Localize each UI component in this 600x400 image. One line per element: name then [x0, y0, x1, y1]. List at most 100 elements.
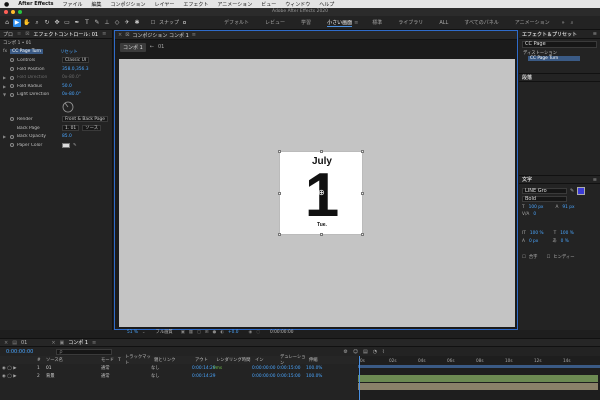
timeline-timecode[interactable]: 0:00:00:00 — [6, 349, 33, 355]
hindi-digits-checkbox[interactable]: ☐ — [546, 255, 550, 260]
tracking-value[interactable]: 0 — [533, 212, 536, 217]
draft-3d-icon[interactable]: ⚙ — [343, 349, 347, 355]
stopwatch-icon[interactable] — [10, 134, 14, 139]
layer-parent-dropdown[interactable]: なし — [151, 365, 189, 371]
workspace-libraries[interactable]: ライブラリ — [398, 19, 423, 26]
selection-tool-icon[interactable]: ▶ — [13, 18, 21, 27]
fold-position-value[interactable]: 358.0,356.3 — [62, 67, 89, 72]
snap-checkbox-icon[interactable]: ☐ — [149, 19, 157, 27]
pan-behind-icon[interactable]: ✥ — [53, 19, 61, 27]
reset-exposure-icon[interactable]: ◐ — [220, 330, 224, 335]
stopwatch-icon[interactable] — [10, 67, 14, 72]
anchor-point-icon[interactable]: ⊕ — [318, 188, 325, 197]
fold-radius-value[interactable]: 50.0 — [62, 84, 72, 89]
transform-handle[interactable] — [278, 233, 281, 236]
close-icon[interactable]: × — [118, 32, 122, 38]
effect-item[interactable]: CC Page Turn — [528, 56, 580, 61]
pen-tool-icon[interactable]: ✒ — [73, 19, 81, 27]
brush-tool-icon[interactable]: ✎ — [93, 19, 101, 27]
font-family-dropdown[interactable]: LINE Gro — [522, 188, 567, 194]
leading-value[interactable]: 91 px — [562, 205, 574, 210]
angle-dial-icon[interactable] — [62, 101, 74, 113]
timeline-search-input[interactable]: ρ — [56, 348, 113, 355]
render-dropdown[interactable]: Front & Back Page — [62, 116, 109, 123]
workspace-all[interactable]: ALL — [439, 20, 448, 26]
layer-mode-dropdown[interactable]: 通常 — [101, 373, 115, 379]
back-page-source-dropdown[interactable]: ソース — [82, 125, 102, 132]
menu-view[interactable]: ビュー — [261, 1, 276, 8]
menu-help[interactable]: ヘルプ — [319, 1, 334, 8]
tab-composition[interactable]: コンポジション コンポ 1 — [132, 32, 188, 39]
comp-icon[interactable]: ▣ — [60, 340, 65, 346]
transform-handle[interactable] — [361, 150, 364, 153]
reset-link[interactable]: リセット — [60, 49, 78, 55]
font-size-value[interactable]: 100 px — [529, 205, 544, 210]
show-snapshot-icon[interactable]: ◌ — [256, 330, 260, 335]
workspace-standard[interactable]: 標準 — [372, 19, 382, 26]
panel-menu-icon[interactable]: ≡ — [593, 177, 597, 183]
eraser-tool-icon[interactable]: ◇ — [113, 19, 121, 27]
puppet-tool-icon[interactable]: ✱ — [133, 19, 141, 27]
type-tool-icon[interactable]: T — [83, 19, 91, 27]
workspace-animation[interactable]: アニメーション — [515, 19, 550, 26]
region-of-interest-icon[interactable]: ▣ — [181, 330, 185, 335]
transparency-grid-icon[interactable]: ▦ — [189, 330, 193, 335]
workspace-small-screen[interactable]: 小さい画面 — [327, 19, 353, 27]
home-icon[interactable]: ⌂ — [3, 19, 11, 27]
panel-menu-icon[interactable]: ≡ — [192, 32, 196, 38]
exposure-value[interactable]: +0.0 — [228, 330, 238, 335]
clone-tool-icon[interactable]: ⊥ — [103, 19, 111, 27]
av-switches[interactable]: ◉ ◯ ▶ — [2, 366, 34, 371]
shy-icon[interactable]: ☺ — [353, 349, 358, 355]
effects-search-input[interactable]: CC Page — [522, 41, 597, 48]
calendar-card[interactable]: July 1 Tue. ⊕ — [278, 150, 364, 236]
search-help-icon[interactable]: ⌕ — [571, 20, 574, 26]
light-direction-value[interactable]: 0x-80.0° — [62, 92, 81, 97]
app-menu[interactable]: After Effects — [18, 1, 53, 7]
transform-handle[interactable] — [278, 150, 281, 153]
playhead[interactable] — [359, 356, 360, 400]
baseline-shift-value[interactable]: 0 px — [529, 239, 538, 244]
tab-project[interactable]: プロ — [3, 31, 13, 38]
lock-icon[interactable]: ⊠ — [125, 32, 129, 38]
tsume-value[interactable]: 0 % — [561, 239, 569, 244]
workspace-all-panels[interactable]: すべてのパネル — [464, 19, 498, 26]
horizontal-scale-value[interactable]: 100 % — [560, 231, 574, 236]
tab-comp-1[interactable]: コンポ 1 — [68, 339, 88, 346]
workspace-review[interactable]: レビュー — [265, 19, 285, 26]
ligature-checkbox[interactable]: ☐ — [522, 255, 526, 260]
menu-edit[interactable]: 編集 — [92, 1, 102, 8]
graph-editor-icon[interactable]: ⌇ — [382, 349, 384, 355]
eyedropper-icon[interactable]: ✎ — [73, 143, 77, 148]
workspace-menu-icon[interactable]: ≡ — [354, 20, 358, 26]
snap-options-icon[interactable] — [183, 21, 187, 24]
controls-dropdown[interactable]: Classic UI — [62, 57, 90, 64]
workspace-default[interactable]: デフォルト — [224, 19, 249, 26]
layer-bar-01[interactable] — [358, 375, 598, 382]
motion-blur-icon[interactable]: ◔ — [373, 349, 377, 355]
channel-icon[interactable]: ● — [213, 330, 217, 335]
layer-name[interactable]: 背景 — [46, 373, 98, 379]
stopwatch-icon[interactable] — [10, 58, 14, 63]
mask-visibility-icon[interactable]: ▢ — [197, 330, 201, 335]
fill-color-swatch[interactable] — [577, 187, 586, 195]
stopwatch-icon[interactable] — [10, 117, 14, 122]
roto-tool-icon[interactable]: ✈ — [123, 19, 131, 27]
rectangle-tool-icon[interactable]: ▭ — [63, 19, 71, 27]
menu-composition[interactable]: コンポジション — [111, 1, 146, 8]
layer-bar-background[interactable] — [358, 383, 598, 390]
effect-name[interactable]: CC Page Turn — [10, 49, 44, 55]
grid-icon[interactable]: ⊞ — [205, 330, 209, 335]
eyedropper-icon[interactable]: ✎ — [570, 188, 574, 194]
transform-handle[interactable] — [278, 192, 281, 195]
stopwatch-icon[interactable] — [10, 75, 14, 80]
tab-effect-controls[interactable]: エフェクトコントロール: 01 — [33, 31, 98, 38]
frame-blend-icon[interactable]: ▤ — [363, 349, 368, 355]
close-icon[interactable]: × — [4, 340, 8, 346]
layer-chip[interactable]: 01 — [158, 44, 164, 50]
hand-tool-icon[interactable]: ✋ — [23, 19, 31, 27]
stopwatch-icon[interactable] — [10, 143, 14, 148]
menu-file[interactable]: ファイル — [62, 1, 82, 8]
panel-menu-icon[interactable]: ≡ — [593, 31, 597, 37]
lock-icon[interactable]: ⊠ — [25, 31, 29, 37]
